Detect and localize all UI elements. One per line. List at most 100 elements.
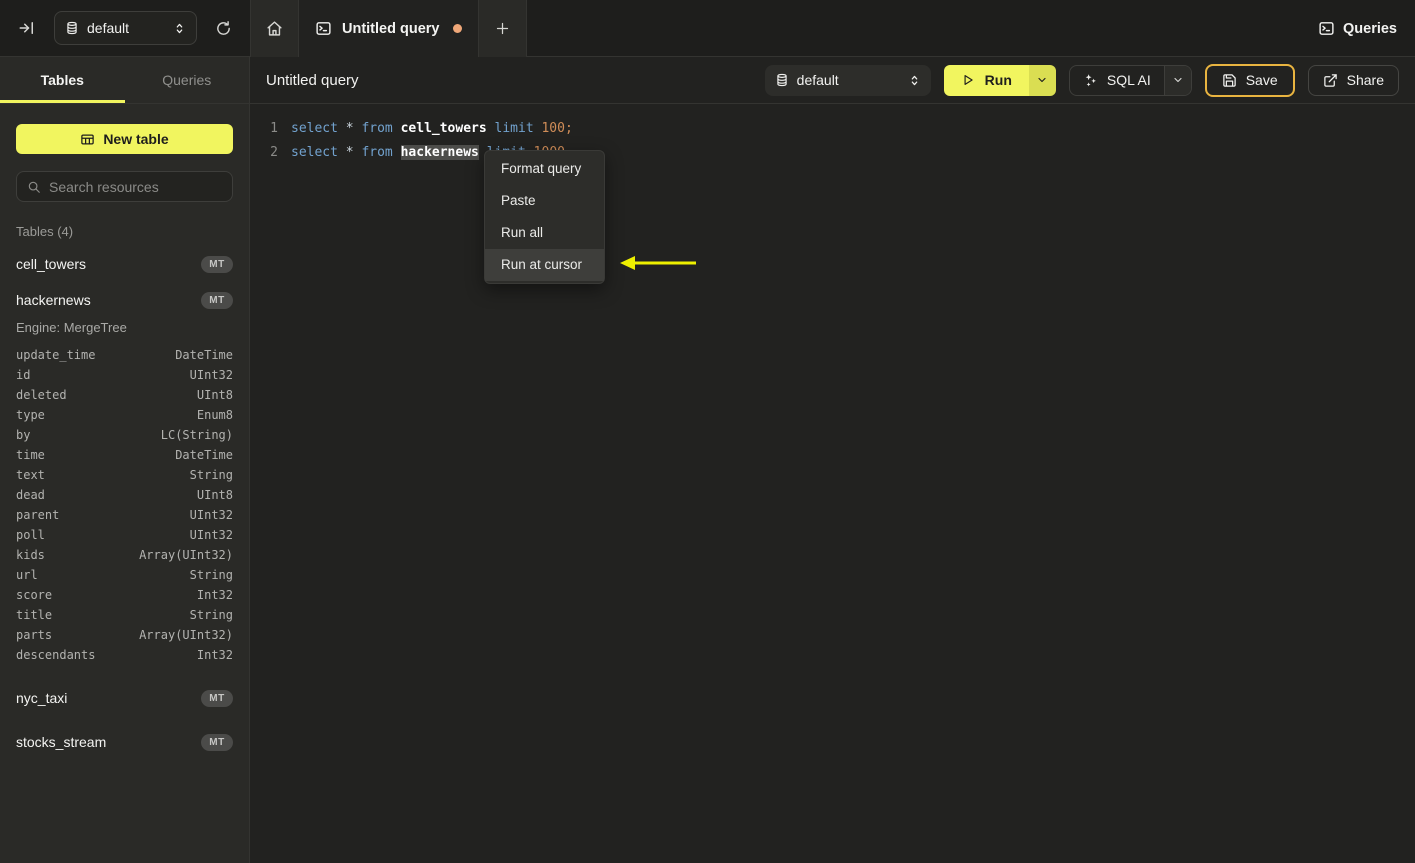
- line-number: 2: [270, 144, 278, 160]
- engine-badge: MT: [201, 689, 233, 707]
- schema-row: descendants Int32: [16, 645, 233, 665]
- column-type: UInt32: [189, 508, 233, 522]
- column-type: UInt32: [189, 368, 233, 382]
- chevron-down-icon: [1036, 74, 1048, 86]
- query-toolbar: default Run SQL AI Save Share: [764, 63, 1399, 97]
- schema-row: url String: [16, 565, 233, 585]
- search-icon: [27, 180, 41, 194]
- table-name: stocks_stream: [16, 734, 107, 750]
- context-menu-item[interactable]: Run at cursor: [485, 249, 604, 281]
- save-icon: [1222, 73, 1237, 88]
- new-tab-button[interactable]: [479, 0, 528, 57]
- plus-icon: [495, 21, 510, 36]
- home-button[interactable]: [251, 0, 299, 57]
- schema-row: parts Array(UInt32): [16, 625, 233, 645]
- sidebar: Tables Queries New table Tables (4) cell…: [0, 57, 250, 863]
- table-engine-label: Engine: MergeTree: [16, 320, 127, 335]
- unsaved-indicator-dot: [453, 24, 463, 33]
- query-tab-strip: Untitled query: [250, 0, 528, 57]
- schema-row: dead UInt8: [16, 485, 233, 505]
- schema-row: id UInt32: [16, 365, 233, 385]
- database-selector-value: default: [796, 72, 839, 88]
- table-row-hackernews[interactable]: hackernews MT: [16, 289, 233, 311]
- main-panel: Untitled query default Run SQL AI Save S…: [250, 57, 1415, 863]
- table-name: nyc_taxi: [16, 690, 68, 706]
- column-type: UInt32: [189, 528, 233, 542]
- column-type: Array(UInt32): [139, 548, 233, 562]
- database-selector[interactable]: default: [764, 64, 931, 96]
- line-number: 1: [270, 120, 278, 136]
- sql-ai-button-label: SQL AI: [1106, 72, 1151, 88]
- column-type: UInt8: [196, 488, 233, 502]
- sidebar-tab-queries[interactable]: Queries: [125, 57, 250, 103]
- column-type: UInt8: [196, 388, 233, 402]
- column-name: descendants: [16, 648, 96, 662]
- schema-row: poll UInt32: [16, 525, 233, 545]
- run-button-label: Run: [984, 72, 1012, 88]
- sql-ai-split-button: SQL AI: [1068, 64, 1192, 96]
- column-name: parts: [16, 628, 53, 642]
- search-input[interactable]: [49, 178, 230, 195]
- refresh-icon: [215, 20, 232, 37]
- run-options-button[interactable]: [1028, 64, 1056, 96]
- share-icon: [1323, 73, 1338, 88]
- refresh-button[interactable]: [211, 16, 236, 41]
- column-name: text: [16, 468, 45, 482]
- tab-label: Untitled query: [342, 20, 440, 37]
- new-table-button[interactable]: New table: [16, 124, 233, 154]
- collapse-sidebar-button[interactable]: [14, 15, 40, 41]
- table-row-nyc-taxi[interactable]: nyc_taxi MT: [16, 687, 233, 709]
- table-row-cell-towers[interactable]: cell_towers MT: [16, 253, 233, 275]
- database-selector[interactable]: default: [54, 11, 197, 45]
- sql-editor[interactable]: 1 select * from cell_towers limit 100; 2…: [250, 104, 1415, 863]
- column-name: time: [16, 448, 45, 462]
- top-bar: default Untitled query Queries: [0, 0, 1415, 57]
- column-type: LC(String): [160, 428, 233, 442]
- sql-ai-button[interactable]: SQL AI: [1070, 66, 1164, 95]
- code-token: hackernews: [400, 144, 479, 160]
- queries-button[interactable]: Queries: [1318, 20, 1397, 37]
- sparkles-icon: [1083, 73, 1098, 88]
- code-line-1: 1 select * from cell_towers limit 100;: [250, 116, 1415, 140]
- code-token: from: [361, 120, 401, 136]
- table-icon: [80, 132, 95, 147]
- table-row-stocks-stream[interactable]: stocks_stream MT: [16, 731, 233, 753]
- column-name: type: [16, 408, 45, 422]
- query-title: Untitled query: [266, 71, 359, 89]
- sql-ai-options-button[interactable]: [1163, 65, 1191, 95]
- column-type: Int32: [196, 648, 233, 662]
- context-menu-item[interactable]: Run all: [485, 217, 604, 249]
- context-menu-item[interactable]: Paste: [485, 185, 604, 217]
- schema-row: kids Array(UInt32): [16, 545, 233, 565]
- terminal-icon: [1318, 20, 1335, 37]
- topbar-right-group: Queries: [1318, 0, 1397, 57]
- schema-row: score Int32: [16, 585, 233, 605]
- column-type: Int32: [196, 588, 233, 602]
- schema-row: by LC(String): [16, 425, 233, 445]
- share-button-label: Share: [1346, 72, 1384, 88]
- column-name: score: [16, 588, 53, 602]
- code-token: select: [291, 144, 346, 160]
- sidebar-tab-tables[interactable]: Tables: [0, 57, 125, 103]
- column-name: url: [16, 568, 38, 582]
- column-name: poll: [16, 528, 45, 542]
- code-token: limit: [494, 120, 534, 136]
- schema-row: deleted UInt8: [16, 385, 233, 405]
- schema-row: title String: [16, 605, 233, 625]
- engine-badge: MT: [201, 733, 233, 751]
- save-button[interactable]: Save: [1204, 63, 1295, 97]
- table-schema-list: update_time DateTime id UInt32 deleted U…: [16, 345, 233, 665]
- code-token: from: [361, 144, 401, 160]
- engine-badge: MT: [201, 291, 233, 309]
- share-button[interactable]: Share: [1307, 64, 1399, 96]
- queries-button-label: Queries: [1343, 20, 1397, 37]
- run-button[interactable]: Run: [943, 64, 1029, 96]
- tab-untitled-query[interactable]: Untitled query: [299, 0, 480, 57]
- code-token: 100;: [541, 120, 573, 136]
- terminal-icon: [315, 20, 332, 37]
- code-token: *: [345, 120, 362, 136]
- context-menu-item[interactable]: Format query: [485, 153, 604, 185]
- home-icon: [266, 20, 283, 37]
- run-split-button: Run: [943, 64, 1056, 96]
